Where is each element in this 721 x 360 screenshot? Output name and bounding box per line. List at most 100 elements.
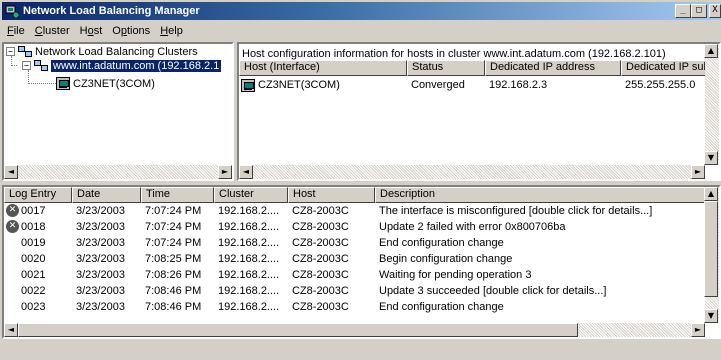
menu-options[interactable]: Options bbox=[107, 25, 155, 37]
cluster-cell: 192.168.2.... bbox=[218, 221, 280, 233]
entry-number: 0017 bbox=[21, 205, 46, 217]
status-cell: Converged bbox=[411, 79, 465, 91]
column-log-entry[interactable]: Log Entry bbox=[4, 187, 72, 203]
cluster-cell: 192.168.2.... bbox=[218, 205, 280, 217]
host-list-header: Host (Interface) Status Dedicated IP add… bbox=[239, 60, 719, 76]
tree-host-label: CZ3NET(3COM) bbox=[73, 77, 155, 90]
minimize-button[interactable]: _ bbox=[675, 4, 691, 18]
host-cell: CZ8-2003C bbox=[292, 221, 349, 233]
log-list-header: Log Entry Date Time Cluster Host Descrip… bbox=[4, 187, 719, 203]
scroll-right-button[interactable]: ► bbox=[691, 323, 705, 337]
window-title: Network Load Balancing Manager bbox=[23, 5, 200, 17]
entry-cell: 0020 bbox=[4, 252, 72, 266]
scroll-thumb[interactable] bbox=[18, 323, 578, 337]
collapse-icon[interactable]: − bbox=[22, 61, 31, 70]
clusters-icon bbox=[18, 45, 32, 58]
description-cell: The interface is misconfigured [double c… bbox=[379, 205, 653, 217]
table-row[interactable]: ✕ 0017 3/23/2003 7:07:24 PM 192.168.2.... CZ8… bbox=[4, 204, 719, 218]
host-cell: CZ8-2003C bbox=[292, 269, 349, 281]
time-cell: 7:08:25 PM bbox=[145, 253, 202, 265]
host-info-caption: Host configuration information for hosts… bbox=[242, 48, 666, 60]
column-time[interactable]: Time bbox=[141, 187, 214, 203]
scroll-left-button[interactable]: ◄ bbox=[239, 165, 253, 179]
scroll-left-button[interactable]: ◄ bbox=[4, 165, 18, 179]
scroll-down-button[interactable]: ▼ bbox=[704, 151, 718, 165]
date-cell: 3/23/2003 bbox=[76, 269, 125, 281]
close-button[interactable]: X bbox=[709, 4, 721, 18]
ip-cell: 192.168.2.3 bbox=[489, 79, 548, 91]
cluster-tree-pane: − Network Load Balancing Clusters − www.… bbox=[2, 42, 234, 181]
host-vertical-scrollbar[interactable]: ▲ ▼ bbox=[704, 44, 719, 165]
date-cell: 3/23/2003 bbox=[76, 301, 125, 313]
column-host[interactable]: Host bbox=[288, 187, 375, 203]
entry-cell: 0023 bbox=[4, 300, 72, 314]
entry-number: 0021 bbox=[21, 269, 46, 281]
cluster-tree: − Network Load Balancing Clusters − www.… bbox=[4, 44, 232, 168]
host-horizontal-scrollbar[interactable]: ◄ ► bbox=[239, 165, 705, 179]
scroll-thumb[interactable] bbox=[704, 201, 718, 297]
tree-horizontal-scrollbar[interactable]: ◄ ► bbox=[4, 165, 232, 179]
column-cluster[interactable]: Cluster bbox=[214, 187, 288, 203]
table-row[interactable]: 0023 3/23/2003 7:08:46 PM 192.168.2.... CZ8-… bbox=[4, 300, 719, 314]
table-row[interactable]: 0019 3/23/2003 7:07:24 PM 192.168.2.... CZ8-… bbox=[4, 236, 719, 250]
column-dedicated-ip[interactable]: Dedicated IP address bbox=[485, 60, 621, 76]
tree-node-host[interactable]: CZ3NET(3COM) bbox=[56, 76, 155, 91]
tree-connector bbox=[12, 65, 17, 66]
title-bar[interactable]: Network Load Balancing Manager _ □ X bbox=[2, 2, 721, 20]
table-row[interactable]: CZ3NET(3COM) Converged 192.168.2.3 255.2… bbox=[239, 78, 719, 92]
cluster-cell: 192.168.2.... bbox=[218, 301, 280, 313]
date-cell: 3/23/2003 bbox=[76, 237, 125, 249]
column-host-interface[interactable]: Host (Interface) bbox=[239, 60, 407, 76]
scroll-right-button[interactable]: ► bbox=[218, 165, 232, 179]
column-description[interactable]: Description bbox=[375, 187, 719, 203]
table-row[interactable]: ✕ 0018 3/23/2003 7:07:24 PM 192.168.2.... CZ8… bbox=[4, 220, 719, 234]
host-icon bbox=[56, 77, 70, 90]
host-cell: CZ8-2003C bbox=[292, 285, 349, 297]
description-cell: End configuration change bbox=[379, 301, 504, 313]
time-cell: 7:07:24 PM bbox=[145, 237, 202, 249]
date-cell: 3/23/2003 bbox=[76, 253, 125, 265]
log-horizontal-scrollbar[interactable]: ◄ ► bbox=[4, 323, 705, 337]
tree-node-cluster[interactable]: − www.int.adatum.com (192.168.2.1 bbox=[22, 58, 222, 73]
entry-cell: 0019 bbox=[4, 236, 72, 250]
time-cell: 7:08:46 PM bbox=[145, 285, 202, 297]
entry-cell: 0021 bbox=[4, 268, 72, 282]
host-cell: CZ8-2003C bbox=[292, 205, 349, 217]
menu-cluster[interactable]: Cluster bbox=[30, 25, 75, 37]
scroll-up-button[interactable]: ▲ bbox=[704, 44, 718, 58]
table-row[interactable]: 0021 3/23/2003 7:08:26 PM 192.168.2.... CZ8-… bbox=[4, 268, 719, 282]
error-icon: ✕ bbox=[6, 220, 19, 233]
collapse-icon[interactable]: − bbox=[6, 47, 15, 56]
entry-cell: ✕ 0017 bbox=[4, 204, 72, 218]
menu-file[interactable]: File bbox=[2, 25, 30, 37]
tree-root-label: Network Load Balancing Clusters bbox=[35, 45, 198, 58]
status-bar bbox=[2, 341, 721, 360]
entry-cell: ✕ 0018 bbox=[4, 220, 72, 234]
tree-node-root[interactable]: − Network Load Balancing Clusters bbox=[6, 44, 198, 59]
menu-bar: File Cluster Host Options Help bbox=[2, 22, 188, 39]
scroll-down-button[interactable]: ▼ bbox=[704, 309, 718, 323]
table-row[interactable]: 0020 3/23/2003 7:08:25 PM 192.168.2.... CZ8-… bbox=[4, 252, 719, 266]
entry-number: 0023 bbox=[21, 301, 46, 313]
date-cell: 3/23/2003 bbox=[76, 205, 125, 217]
table-row[interactable]: 0022 3/23/2003 7:08:46 PM 192.168.2.... CZ8-… bbox=[4, 284, 719, 298]
menu-host[interactable]: Host bbox=[75, 25, 108, 37]
host-cell: CZ8-2003C bbox=[292, 237, 349, 249]
cluster-cell: 192.168.2.... bbox=[218, 269, 280, 281]
host-cell: CZ3NET(3COM) bbox=[239, 78, 407, 92]
log-vertical-scrollbar[interactable]: ▲ ▼ bbox=[704, 187, 719, 323]
description-cell: End configuration change bbox=[379, 237, 504, 249]
description-cell: Begin configuration change bbox=[379, 253, 513, 265]
entry-number: 0019 bbox=[21, 237, 46, 249]
cluster-icon bbox=[34, 59, 48, 72]
column-date[interactable]: Date bbox=[72, 187, 141, 203]
scroll-up-button[interactable]: ▲ bbox=[704, 187, 718, 201]
scroll-left-button[interactable]: ◄ bbox=[4, 323, 18, 337]
nlb-manager-window: Network Load Balancing Manager _ □ X Fil… bbox=[0, 0, 721, 360]
host-icon bbox=[241, 78, 255, 92]
maximize-button[interactable]: □ bbox=[691, 4, 707, 18]
scroll-right-button[interactable]: ► bbox=[691, 165, 705, 179]
menu-help[interactable]: Help bbox=[155, 25, 188, 37]
column-status[interactable]: Status bbox=[407, 60, 485, 76]
cluster-cell: 192.168.2.... bbox=[218, 237, 280, 249]
